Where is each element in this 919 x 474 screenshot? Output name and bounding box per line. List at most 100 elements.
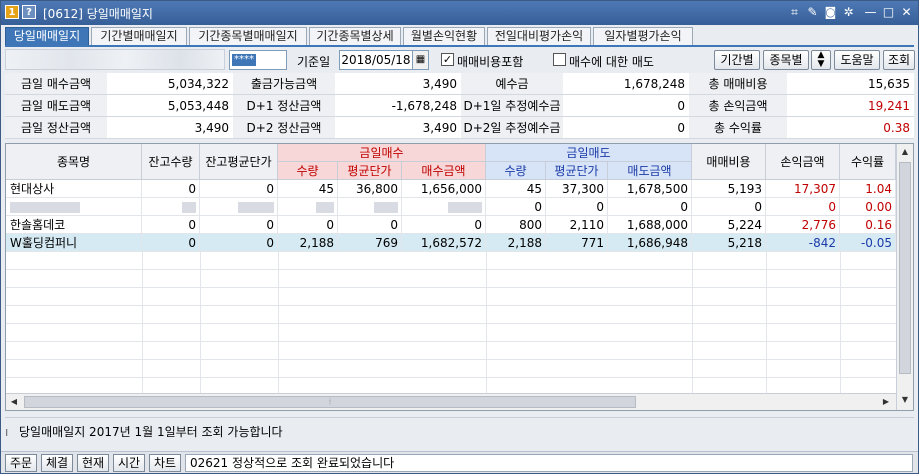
cell-sell-avg: 2,110 — [546, 216, 608, 234]
cell-buy-avg — [338, 198, 402, 216]
tab-prev-day-eval[interactable]: 전일대비평가손익 — [487, 27, 591, 46]
memo-icon[interactable]: ✎ — [805, 5, 820, 20]
summary-label: 예수금 — [461, 73, 563, 95]
col-header-sell-amt[interactable]: 매도금액 — [608, 162, 692, 180]
cell-hold-avg — [200, 198, 278, 216]
col-header-rate[interactable]: 수익률 — [840, 144, 896, 180]
include-fee-label: 매매비용포함 — [457, 55, 524, 69]
scroll-left-icon[interactable]: ◀ — [8, 396, 20, 408]
period-button[interactable]: 기간별 — [714, 50, 760, 70]
empty-row — [6, 252, 896, 270]
vertical-scroll-thumb[interactable] — [899, 162, 911, 374]
col-header-sell-qty[interactable]: 수량 — [486, 162, 546, 180]
date-input[interactable]: 2018/05/18 — [339, 50, 413, 70]
cell-pnl: -842 — [766, 234, 840, 252]
execution-button[interactable]: 체결 — [41, 454, 73, 472]
column-divider — [766, 252, 767, 393]
cell-rate: 0.16 — [840, 216, 896, 234]
tab-daily-journal[interactable]: 당일매매일지 — [5, 27, 89, 46]
stock-button[interactable]: 종목별 — [763, 50, 809, 70]
table-row[interactable]: 0 0 0 0 0 0.00 — [6, 198, 896, 216]
summary-value: 15,635 — [787, 73, 914, 95]
col-header-pnl[interactable]: 손익금액 — [766, 144, 840, 180]
per-stock-sell-label: 매수에 대한 매도 — [569, 55, 654, 69]
order-button[interactable]: 주문 — [5, 454, 37, 472]
column-divider — [840, 252, 841, 393]
cell-buy-amt — [402, 198, 486, 216]
table-row-selected[interactable]: W홀딩컴퍼니 0 0 2,188 769 1,682,572 2,188 771… — [6, 234, 896, 252]
cell-sell-amt: 0 — [608, 198, 692, 216]
vertical-scrollbar[interactable]: ▲ ▼ — [896, 144, 913, 410]
query-button[interactable]: 조회 — [883, 50, 915, 70]
cell-pnl: 17,307 — [766, 180, 840, 198]
cell-buy-amt: 0 — [402, 216, 486, 234]
scroll-down-icon[interactable]: ▼ — [899, 394, 911, 406]
table-row[interactable]: 현대상사 0 0 45 36,800 1,656,000 45 37,300 1… — [6, 180, 896, 198]
settings-icon[interactable]: ✲ — [841, 5, 856, 20]
help-button[interactable]: 도움말 — [834, 50, 880, 70]
tab-period-journal[interactable]: 기간별매매일지 — [91, 27, 187, 46]
col-header-sell-avg[interactable]: 평균단가 — [546, 162, 608, 180]
col-header-name[interactable]: 종목명 — [6, 144, 142, 180]
cell-buy-qty — [278, 198, 338, 216]
help-badge[interactable]: ? — [22, 5, 36, 19]
cell-fee: 5,193 — [692, 180, 766, 198]
cell-hold-qty: 0 — [142, 216, 200, 234]
cell-name: 한솔홈데코 — [6, 216, 142, 234]
tab-monthly-pnl[interactable]: 월별손익현황 — [403, 27, 485, 46]
spin-icon[interactable]: ▲ ▼ — [811, 50, 831, 70]
col-header-hold-qty[interactable]: 잔고수량 — [142, 144, 200, 180]
per-stock-sell-checkbox[interactable] — [553, 53, 566, 66]
current-price-button[interactable]: 현재 — [77, 454, 109, 472]
trade-table: 종목명 잔고수량 잔고평균단가 금일매수 수량 평균단가 매수금액 금일매도 수… — [5, 143, 914, 411]
main-window: 1 ? [0612] 당일매매일지 ⌗ ✎ ◙ ✲ — □ ✕ 당일매매일지 기… — [0, 0, 919, 474]
screen-number-badge[interactable]: 1 — [5, 5, 19, 19]
summary-value: 1,678,248 — [563, 73, 689, 95]
cell-name — [6, 198, 142, 216]
summary-label: 총 수익률 — [689, 117, 787, 139]
summary-value: 19,241 — [787, 95, 914, 117]
chart-button[interactable]: 차트 — [149, 454, 181, 472]
summary-value: 0 — [563, 117, 689, 139]
cell-hold-qty: 0 — [142, 180, 200, 198]
redacted-value — [182, 202, 196, 213]
summary-label: 출금가능금액 — [233, 73, 335, 95]
summary-value: 5,053,448 — [107, 95, 233, 117]
cell-sell-qty: 800 — [486, 216, 546, 234]
cell-buy-qty: 0 — [278, 216, 338, 234]
camera-icon[interactable]: ◙ — [823, 5, 838, 20]
cell-hold-qty: 0 — [142, 234, 200, 252]
col-header-hold-avg[interactable]: 잔고평균단가 — [200, 144, 278, 180]
cell-sell-avg: 771 — [546, 234, 608, 252]
horizontal-scrollbar[interactable]: ◀ ⦙ ▶ — [6, 393, 896, 410]
calendar-icon[interactable]: ▦ — [412, 50, 429, 70]
table-row[interactable]: 한솔홈데코 0 0 0 0 0 800 2,110 1,688,000 5,22… — [6, 216, 896, 234]
cell-sell-avg: 37,300 — [546, 180, 608, 198]
horizontal-scroll-thumb[interactable]: ⦙ — [24, 396, 636, 408]
summary-label: D+1일 추정예수금 — [461, 95, 563, 117]
col-header-buy-avg[interactable]: 평균단가 — [338, 162, 402, 180]
tab-period-stock-journal[interactable]: 기간종목별매매일지 — [189, 27, 307, 46]
time-button[interactable]: 시간 — [113, 454, 145, 472]
close-icon[interactable]: ✕ — [899, 5, 914, 20]
minimize-icon[interactable]: — — [863, 5, 878, 20]
link-icon[interactable]: ⌗ — [787, 5, 802, 20]
empty-row — [6, 360, 896, 378]
info-message: 당일매매일지 2017년 1월 1일부터 조회 가능합니다 — [19, 425, 283, 439]
include-fee-checkbox[interactable]: ✓ — [441, 53, 454, 66]
tab-daily-eval[interactable]: 일자별평가손익 — [593, 27, 693, 46]
password-field[interactable]: **** — [229, 50, 287, 70]
scroll-right-icon[interactable]: ▶ — [880, 396, 892, 408]
col-header-buy-qty[interactable]: 수량 — [278, 162, 338, 180]
date-label: 기준일 — [297, 55, 331, 69]
col-header-buy-amt[interactable]: 매수금액 — [402, 162, 486, 180]
scroll-up-icon[interactable]: ▲ — [899, 146, 911, 158]
tab-period-stock-detail[interactable]: 기간종목별상세 — [309, 27, 401, 46]
empty-row — [6, 270, 896, 288]
maximize-icon[interactable]: □ — [881, 5, 896, 20]
col-header-fee[interactable]: 매매비용 — [692, 144, 766, 180]
account-select[interactable] — [5, 49, 225, 70]
summary-label: 금일 정산금액 — [5, 117, 107, 139]
window-title: [0612] 당일매매일지 — [43, 7, 153, 21]
cell-fee: 0 — [692, 198, 766, 216]
